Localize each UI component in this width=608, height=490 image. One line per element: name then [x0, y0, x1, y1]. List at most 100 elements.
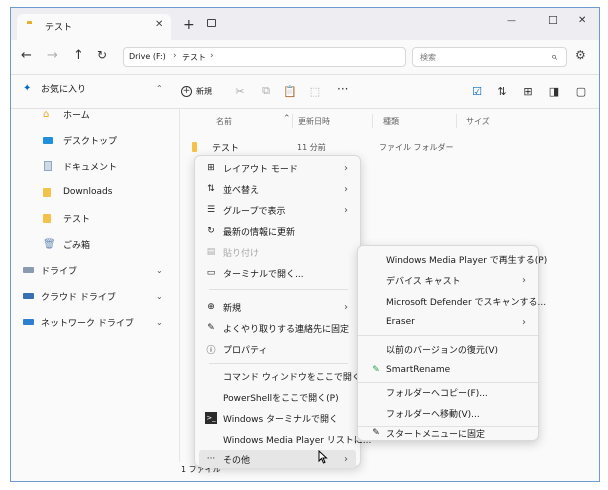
sidebar-item-drives[interactable]: ドライブ ⌄ — [11, 259, 179, 281]
forward-arrow-icon[interactable]: → — [47, 48, 58, 63]
menu-item-label: レイアウト モード — [223, 164, 298, 175]
menu-item-refresh[interactable]: ↻ 最新の情報に更新 — [199, 221, 356, 241]
submenu-item-play-wmp[interactable]: Windows Media Player で再生する(P) — [362, 249, 547, 269]
submenu-item-defender-scan[interactable]: Microsoft Defender でスキャンする... — [362, 291, 546, 311]
menu-item-label: PowerShellをここで開く(P) — [223, 393, 339, 404]
menu-item-open-command-window[interactable]: コマンド ウィンドウをここで開く(W) — [199, 366, 377, 386]
submenu-item-copy-to-folder[interactable]: フォルダーへコピー(F)... — [362, 382, 534, 402]
sidebar-item-recycle-bin[interactable]: 🗑 ごみ箱 — [11, 233, 179, 255]
smartrename-icon: ✎ — [372, 365, 380, 375]
back-arrow-icon[interactable]: ← — [21, 48, 32, 63]
menu-item-paste[interactable]: ▤ 貼り付け — [199, 242, 356, 262]
menu-item-open-windows-terminal[interactable]: >_ Windows ターミナルで開く — [199, 408, 356, 428]
close-button[interactable]: ✕ — [578, 15, 586, 26]
submenu-item-restore-previous-versions[interactable]: 以前のバージョンの復元(V) — [362, 339, 534, 359]
tab-test[interactable]: テスト ✕ — [17, 14, 171, 40]
menu-item-label: Microsoft Defender でスキャンする... — [386, 297, 547, 308]
menu-item-label: グループで表示 — [223, 206, 286, 217]
rename-icon[interactable]: ⬚ — [308, 84, 322, 98]
submenu-item-cast-to-device[interactable]: デバイス キャスト › — [362, 270, 534, 290]
paste-icon[interactable]: 📋 — [283, 84, 297, 98]
view-layout-icon[interactable]: ⊞ — [521, 84, 535, 98]
details-pane-icon[interactable]: ◨ — [547, 84, 561, 98]
submenu-item-move-to-folder[interactable]: フォルダーへ移動(V)... — [362, 403, 534, 423]
tab-close-icon[interactable]: ✕ — [155, 19, 163, 30]
plus-circle-icon: + — [181, 85, 192, 97]
more-view-icon[interactable]: ▢ — [574, 84, 588, 98]
submenu-item-pin-to-start[interactable]: ✎ スタートメニューに固定 — [362, 426, 534, 440]
chevron-down-icon[interactable]: ⌄ — [156, 266, 163, 275]
submenu-item-eraser[interactable]: Eraser › — [362, 312, 534, 332]
copy-icon[interactable]: ⧉ — [259, 84, 273, 98]
menu-item-add-to-wmp-list[interactable]: Windows Media Player リストに... — [199, 429, 371, 449]
cut-icon[interactable]: ✂ — [233, 84, 247, 98]
menu-item-label: Windows ターミナルで開く — [223, 414, 339, 425]
pin-icon: ✦ — [23, 82, 32, 94]
new-tab-button[interactable]: + — [183, 17, 195, 33]
menu-item-group-by[interactable]: ☰ グループで表示 › — [199, 200, 356, 220]
address-bar[interactable]: Drive (F:) › テスト › — [123, 47, 406, 67]
search-input[interactable]: 検索 — [420, 52, 436, 63]
sidebar-item-label: ドキュメント — [63, 162, 118, 173]
menu-item-label: Eraser — [386, 317, 415, 327]
file-modified: 11 分前 — [297, 143, 326, 152]
sidebar-item-home[interactable]: ⌂ ホーム — [11, 103, 179, 125]
chevron-right-icon: › — [344, 301, 348, 313]
menu-item-new[interactable]: ⊕ 新規 › — [199, 297, 356, 317]
refresh-icon[interactable]: ↻ — [97, 48, 107, 62]
new-button[interactable]: + 新規 — [181, 80, 212, 102]
chevron-down-icon[interactable]: ⌄ — [156, 318, 163, 327]
table-row[interactable]: テスト 11 分前 ファイル フォルダー — [180, 138, 599, 156]
column-header-name[interactable]: 名前 — [216, 116, 232, 127]
sidebar-item-documents[interactable]: ドキュメント — [11, 155, 179, 177]
menu-item-pin-quick-access[interactable]: ✎ よくやり取りする連絡先に固定 — [199, 318, 356, 338]
submenu-item-smartrename[interactable]: ✎ SmartRename — [362, 360, 534, 380]
sidebar-item-downloads[interactable]: Downloads — [11, 181, 179, 203]
sidebar-item-label: テスト — [63, 214, 91, 225]
breadcrumb-drive[interactable]: Drive (F:) — [129, 52, 166, 61]
network-drive-icon — [23, 319, 34, 325]
search-box[interactable]: 検索 ⌕ — [412, 47, 567, 67]
sidebar-item-label: デスクトップ — [63, 136, 118, 147]
document-icon — [44, 161, 52, 171]
menu-item-open-powershell[interactable]: PowerShellをここで開く(P) — [199, 387, 356, 407]
sidebar-item-label: ネットワーク ドライブ — [41, 318, 134, 329]
column-header-type[interactable]: 種類 — [383, 116, 399, 127]
maximize-button[interactable]: ☐ — [548, 14, 558, 27]
menu-item-label: プロパティ — [223, 345, 268, 356]
sidebar-item-network-drives[interactable]: ネットワーク ドライブ ⌄ — [11, 311, 179, 333]
menu-item-properties[interactable]: ⓘ プロパティ — [199, 339, 356, 359]
menu-item-layout-mode[interactable]: ⊞ レイアウト モード › — [199, 158, 356, 178]
menu-item-more[interactable]: ··· その他 › — [199, 450, 356, 468]
menu-item-open-terminal[interactable]: ▭ ターミナルで開く... — [199, 263, 356, 283]
duplicate-tab-icon[interactable] — [207, 19, 216, 27]
breadcrumb-folder[interactable]: テスト — [182, 52, 206, 63]
menu-item-label: デバイス キャスト — [386, 276, 461, 287]
recycle-bin-icon: 🗑 — [43, 238, 56, 250]
file-explorer-window: テスト ✕ + — ☐ ✕ ← → ↑ ↻ Drive (F:) › テスト ›… — [10, 7, 600, 482]
plus-circle-icon: ⊕ — [207, 302, 215, 312]
sidebar-item-label: ドライブ — [41, 266, 78, 277]
divider — [11, 74, 599, 75]
more-options-icon[interactable]: ··· — [337, 82, 348, 96]
sidebar-item-desktop[interactable]: デスクトップ — [11, 129, 179, 151]
chevron-down-icon[interactable]: ⌄ — [156, 292, 163, 301]
up-arrow-icon[interactable]: ↑ — [73, 48, 84, 63]
sidebar-item-test[interactable]: テスト — [11, 207, 179, 229]
sidebar-item-favorites[interactable]: ✦ お気に入り ⌃ — [11, 77, 179, 99]
select-checkbox-icon[interactable]: ☑ — [470, 84, 484, 98]
sort-icon[interactable]: ⇅ — [495, 84, 509, 98]
sidebar-item-cloud-drives[interactable]: クラウド ドライブ ⌄ — [11, 285, 179, 307]
settings-gear-icon[interactable]: ⚙ — [575, 48, 586, 62]
column-header-size[interactable]: サイズ — [466, 116, 490, 127]
column-header-row: 名前 ⌃ 更新日時 種類 サイズ — [180, 111, 599, 131]
folder-icon — [43, 187, 51, 197]
sort-icon: ⇅ — [207, 184, 215, 194]
menu-item-label: コマンド ウィンドウをここで開く(W) — [223, 372, 377, 383]
chevron-up-icon[interactable]: ⌃ — [156, 84, 163, 93]
menu-item-label: 新規 — [223, 303, 242, 314]
column-header-modified[interactable]: 更新日時 — [298, 116, 330, 127]
sidebar-item-label: ごみ箱 — [63, 240, 91, 251]
menu-item-sort-by[interactable]: ⇅ 並べ替え › — [199, 179, 356, 199]
minimize-button[interactable]: — — [507, 16, 516, 26]
